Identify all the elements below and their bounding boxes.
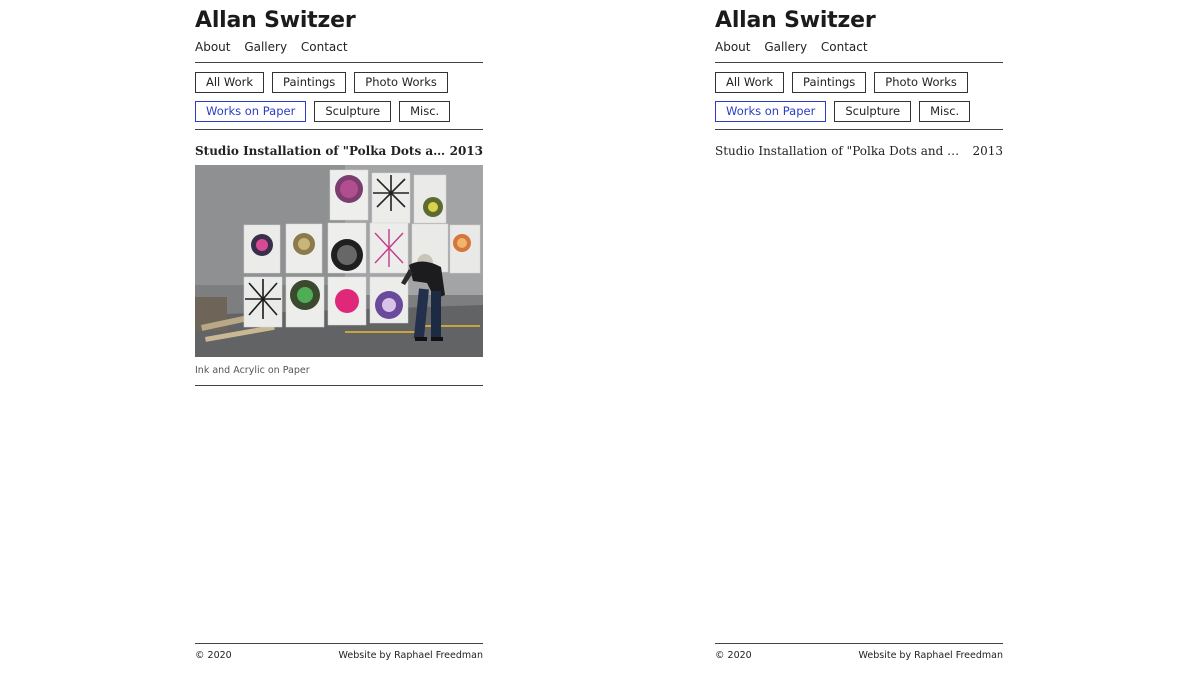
divider	[195, 129, 483, 130]
nav-about[interactable]: About	[715, 40, 750, 54]
nav-gallery[interactable]: Gallery	[764, 40, 807, 54]
filter-sculpture[interactable]: Sculpture	[314, 101, 392, 122]
filter-row-1: All Work Paintings Photo Works	[195, 72, 448, 93]
filter-works-on-paper[interactable]: Works on Paper	[715, 101, 827, 122]
filter-row-2: Works on Paper Sculpture Misc.	[195, 101, 451, 122]
work-caption: Ink and Acrylic on Paper	[195, 365, 310, 376]
site-title[interactable]: Allan Switzer	[195, 8, 356, 33]
filter-all-work[interactable]: All Work	[195, 72, 265, 93]
filter-all-work[interactable]: All Work	[715, 72, 785, 93]
footer-copyright: © 2020	[715, 650, 752, 661]
work-title[interactable]: Studio Installation of "Polka Dots and S…	[715, 144, 967, 158]
filter-misc[interactable]: Misc.	[399, 101, 451, 122]
left-panel: Allan Switzer About Gallery Contact All …	[195, 0, 483, 675]
divider	[195, 62, 483, 63]
filter-paintings[interactable]: Paintings	[272, 72, 347, 93]
right-panel: Allan Switzer About Gallery Contact All …	[715, 0, 1003, 675]
work-header[interactable]: Studio Installation of "Polka Dots and S…	[715, 144, 1003, 158]
divider	[715, 62, 1003, 63]
filter-row-1: All Work Paintings Photo Works	[715, 72, 968, 93]
footer-copyright: © 2020	[195, 650, 232, 661]
main-nav: About Gallery Contact	[715, 40, 878, 54]
filter-works-on-paper[interactable]: Works on Paper	[195, 101, 307, 122]
nav-about[interactable]: About	[195, 40, 230, 54]
footer-divider	[715, 643, 1003, 644]
work-year: 2013	[449, 144, 483, 158]
divider	[195, 385, 483, 386]
filter-misc[interactable]: Misc.	[919, 101, 971, 122]
site-title[interactable]: Allan Switzer	[715, 8, 876, 33]
work-year: 2013	[972, 144, 1003, 158]
footer-credit[interactable]: Website by Raphael Freedman	[859, 650, 1003, 661]
work-header[interactable]: Studio Installation of "Polka Dots and S…	[195, 144, 483, 158]
filter-row-2: Works on Paper Sculpture Misc.	[715, 101, 971, 122]
artwork-photo[interactable]	[195, 165, 483, 357]
nav-contact[interactable]: Contact	[301, 40, 348, 54]
filter-photo-works[interactable]: Photo Works	[354, 72, 448, 93]
filter-sculpture[interactable]: Sculpture	[834, 101, 912, 122]
footer-divider	[195, 643, 483, 644]
nav-contact[interactable]: Contact	[821, 40, 868, 54]
work-title[interactable]: Studio Installation of "Polka Dots and S…	[195, 144, 447, 158]
filter-paintings[interactable]: Paintings	[792, 72, 867, 93]
footer: © 2020 Website by Raphael Freedman	[195, 650, 483, 661]
filter-photo-works[interactable]: Photo Works	[874, 72, 968, 93]
divider	[715, 129, 1003, 130]
nav-gallery[interactable]: Gallery	[244, 40, 287, 54]
footer: © 2020 Website by Raphael Freedman	[715, 650, 1003, 661]
main-nav: About Gallery Contact	[195, 40, 358, 54]
footer-credit[interactable]: Website by Raphael Freedman	[339, 650, 483, 661]
